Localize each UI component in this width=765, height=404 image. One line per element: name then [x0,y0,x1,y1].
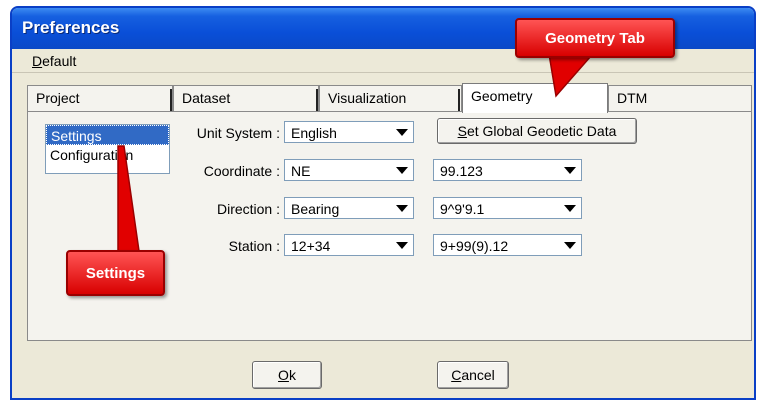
geometry-tab-callout: Geometry Tab [515,18,675,58]
callout-pointers [117,47,600,259]
settings-callout: Settings [66,250,165,296]
